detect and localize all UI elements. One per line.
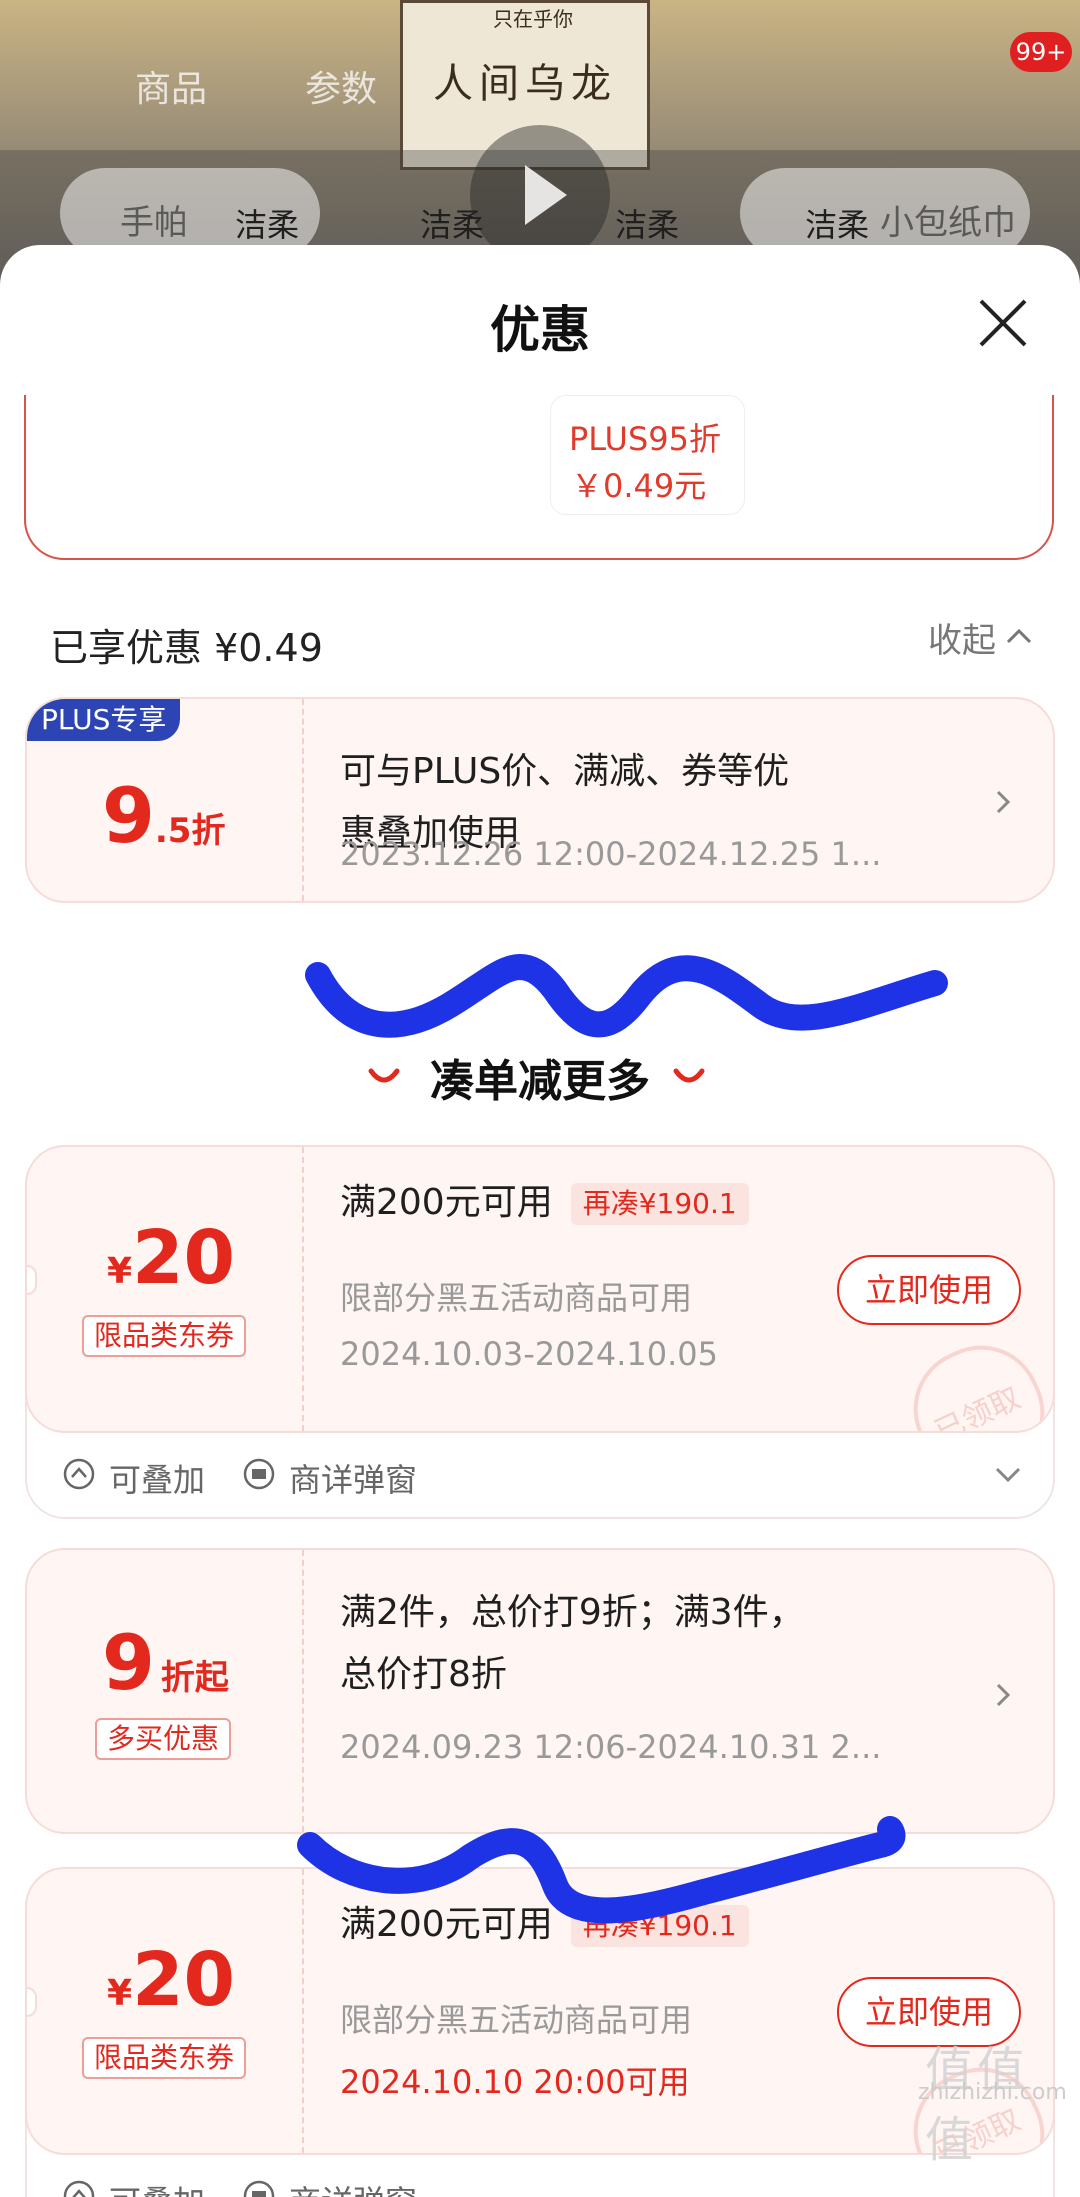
watermark-url: zhizhizhi.com [918, 2080, 1067, 2105]
poster-subtitle: 只在乎你 [493, 7, 573, 31]
multi-buy-value: 9 折起 [102, 1618, 229, 1707]
multi-buy-unit: 折起 [160, 1658, 229, 1698]
coupon-amount-value: 20 [132, 1215, 236, 1301]
chevron-right-icon[interactable] [995, 1682, 1011, 1708]
popup-label: 商详弹窗 [289, 2177, 417, 2197]
more-savings-title: 凑单减更多 [430, 1056, 650, 1107]
coupon-title-row: 满200元可用 再凑¥190.1 [340, 1172, 749, 1234]
stackable-label: 可叠加 [109, 1461, 206, 1499]
need-more-chip: 再凑¥190.1 [570, 1183, 749, 1225]
sheet-title: 优惠 [490, 301, 590, 359]
chevron-down-icon[interactable] [995, 1467, 1021, 1483]
popup-label: 商详弹窗 [289, 1461, 418, 1499]
coupon-date: 2024.10.03-2024.10.05 [340, 1335, 718, 1373]
stackable-icon [63, 1458, 95, 1490]
plus-card-date: 2023.12.26 12:00-2024.12.25 1... [340, 835, 882, 873]
plus-exclusive-badge: PLUS专享 [27, 699, 181, 741]
background-search-text-2: 小包纸巾 [880, 203, 1016, 243]
discount-sheet: 优惠 PLUS95折 ￥0.49元 已享优惠 ¥0.49 收起 PLUS专享 9… [0, 245, 1080, 2197]
multi-buy-desc-line1: 满2件，总价打9折；满3件， [340, 1592, 805, 1633]
chevron-up-icon[interactable] [1006, 628, 1032, 644]
plus-discount-amount: ￥0.49元 [571, 467, 707, 505]
stackable-label: 可叠加 [109, 2177, 205, 2197]
card-divider [302, 1869, 304, 2153]
coupon-amount: ¥20 [107, 1937, 235, 2023]
discount-big: 9 [102, 771, 155, 860]
collapse-button[interactable]: 收起 [928, 613, 996, 662]
plus-card-desc-line1: 可与PLUS价、满减、券等优 [340, 751, 790, 792]
discount-unit: .5折 [154, 811, 226, 851]
notification-badge: 99+ [1010, 32, 1072, 72]
chevron-right-icon[interactable] [995, 789, 1011, 815]
multi-buy-description: 满2件，总价打9折；满3件， 总价打8折 [340, 1582, 805, 1706]
coupon-scope: 限部分黑五活动商品可用 [340, 2001, 693, 2039]
coupon-amount-value: 20 [132, 1937, 236, 2023]
card-divider [302, 699, 304, 901]
multi-buy-tag: 多买优惠 [95, 1718, 232, 1760]
currency-symbol: ¥ [107, 1973, 133, 2014]
coupon-footer: 可叠加 商详弹窗 [27, 2157, 1053, 2197]
plus-discount-card[interactable]: PLUS专享 9.5折 可与PLUS价、满减、券等优 惠叠加使用 2023.12… [25, 697, 1055, 903]
coupon-scope: 限部分黑五活动商品可用 [340, 1279, 693, 1317]
close-icon[interactable] [975, 295, 1031, 351]
coupon-available-time: 2024.10.10 20:00可用 [340, 2063, 690, 2101]
multi-buy-discount-card[interactable]: 9 折起 多买优惠 满2件，总价打9折；满3件， 总价打8折 2024.09.23… [25, 1548, 1055, 1834]
coupon-footer: 可叠加 商详弹窗 [27, 1435, 1053, 1519]
multi-buy-desc-line2: 总价打8折 [340, 1654, 507, 1695]
background-search-text: 手帕 [120, 203, 188, 243]
coupon-card: ¥20 限品类东券 满200元可用 再凑¥190.1 限部分黑五活动商品可用 20… [25, 1145, 1055, 1433]
brand-logo-text: 洁柔 [235, 206, 300, 244]
brand-logo-text: 洁柔 [615, 206, 680, 244]
smile-decoration-icon [673, 1068, 705, 1083]
currency-symbol: ¥ [107, 1251, 133, 1292]
discount-value: 9.5折 [102, 771, 225, 860]
coupon-amount: ¥20 [107, 1215, 235, 1301]
play-icon [470, 125, 610, 265]
coupon-threshold: 满200元可用 [340, 1182, 553, 1223]
multi-buy-date: 2024.09.23 12:06-2024.10.31 2... [340, 1728, 882, 1766]
card-divider [302, 1147, 304, 1431]
use-now-button[interactable]: 立即使用 [837, 1255, 1021, 1325]
coupon-card: ¥20 限品类东券 满200元可用 再凑¥190.1 限部分黑五活动商品可用 20… [25, 1867, 1055, 2155]
card-divider [302, 1550, 304, 1832]
multi-buy-big: 9 [102, 1618, 155, 1707]
claimed-stamp-text: 已领取 [929, 1380, 1026, 1433]
plus-discount-item: PLUS95折 ￥0.49元 [550, 395, 745, 515]
claimed-stamp: 已领取 [893, 1325, 1053, 1433]
popup-icon [243, 1458, 275, 1490]
coupon-title-row: 满200元可用 再凑¥190.1 [340, 1894, 749, 1956]
brand-logo-text: 洁柔 [805, 206, 870, 244]
need-more-chip: 再凑¥190.1 [570, 1905, 749, 1947]
coupon-threshold: 满200元可用 [340, 1904, 553, 1945]
enjoyed-discount-label: 已享优惠 ¥0.49 [50, 626, 323, 670]
card-notch [27, 1987, 37, 2017]
plus-discount-label: PLUS95折 [569, 420, 721, 458]
poster-title: 人间乌龙 [433, 61, 617, 107]
price-breakdown-box [24, 395, 1054, 560]
card-notch [27, 1265, 37, 1295]
tab-product: 商品 [135, 69, 208, 110]
popup-icon [243, 2180, 275, 2197]
coupon-category-tag: 限品类东券 [82, 1315, 247, 1357]
coupon-category-tag: 限品类东券 [82, 2037, 247, 2079]
tab-params: 参数 [305, 69, 378, 110]
stackable-icon [63, 2180, 95, 2197]
